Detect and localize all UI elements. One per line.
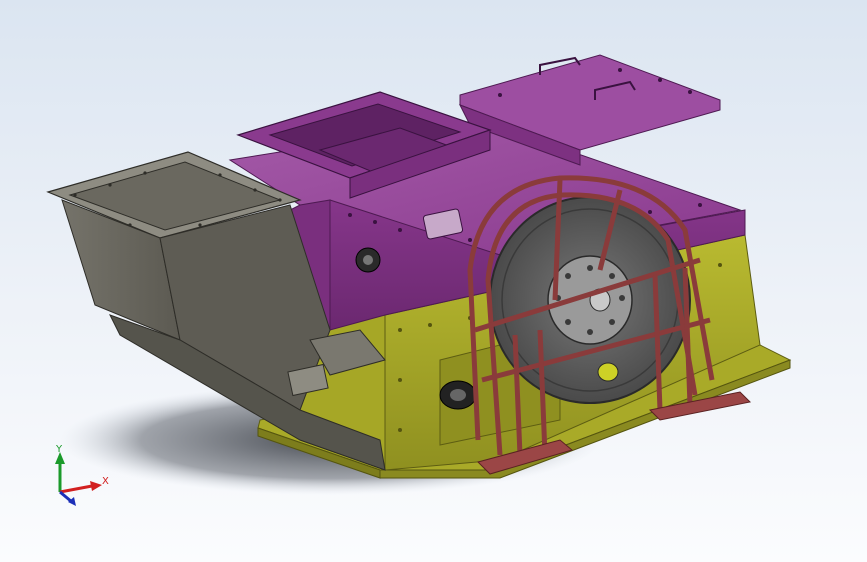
3d-viewport[interactable]: Y X xyxy=(0,0,867,562)
crusher-model[interactable] xyxy=(0,0,867,562)
y-axis-label: Y xyxy=(55,444,63,455)
bearing-housing-icon[interactable] xyxy=(439,380,477,410)
view-triad[interactable]: Y X xyxy=(40,440,120,520)
x-axis xyxy=(59,484,93,494)
x-arrow-icon xyxy=(90,481,102,491)
x-axis-label: X xyxy=(102,476,109,487)
side-port-icon[interactable] xyxy=(355,247,381,273)
